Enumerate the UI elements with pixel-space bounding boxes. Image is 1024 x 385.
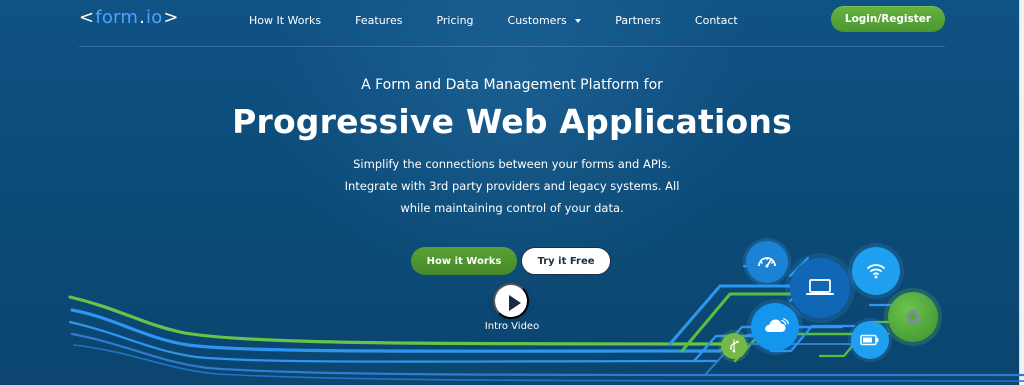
page-container: < form . io > How It Works Features Pric…	[0, 0, 1024, 385]
nav-features[interactable]: Features	[355, 14, 402, 27]
chevron-down-icon	[575, 19, 582, 23]
hero-kicker: A Form and Data Management Platform for	[361, 77, 663, 93]
top-navigation-divider	[79, 46, 945, 47]
laptop-node	[790, 258, 850, 318]
main-navigation: How It Works Features Pricing Customers …	[249, 14, 738, 27]
nav-customers-label: Customers	[507, 14, 567, 27]
nav-partners[interactable]: Partners	[615, 14, 661, 27]
intro-video-label: Intro Video	[484, 321, 540, 332]
formio-logo[interactable]: < form . io >	[79, 7, 179, 28]
browser-scrollbar-gutter	[1019, 0, 1024, 385]
usb-node	[721, 333, 747, 359]
hero-description-line-3: while maintaining control of your data.	[400, 201, 624, 215]
intro-video-play-button[interactable]	[493, 283, 529, 319]
nav-customers[interactable]: Customers	[508, 14, 582, 27]
battery-node	[851, 321, 889, 359]
wifi-icon	[867, 264, 885, 279]
hero-description: Simplify the connections between your fo…	[300, 153, 724, 219]
login-register-button[interactable]: Login/Register	[831, 6, 945, 32]
wifi-node	[852, 247, 900, 295]
hero-description-line-1: Simplify the connections between your fo…	[353, 157, 671, 171]
usb-icon	[729, 339, 739, 353]
hero-description-line-2: Integrate with 3rd party providers and l…	[344, 179, 680, 193]
nav-pricing[interactable]: Pricing	[436, 14, 473, 27]
battery-icon	[860, 334, 879, 346]
nav-how-it-works[interactable]: How It Works	[249, 14, 321, 27]
gear-icon	[905, 309, 921, 325]
speedometer-icon	[758, 257, 776, 268]
logo-form-text: form	[95, 7, 139, 28]
top-navigation-bar: < form . io > How It Works Features Pric…	[79, 0, 945, 46]
hero-cta-group: How it Works Try it Free	[411, 247, 611, 275]
laptop-icon	[806, 279, 834, 295]
settings-node	[888, 292, 938, 342]
play-icon	[509, 295, 521, 311]
logo-dot: .	[139, 7, 145, 28]
speedometer-node	[746, 241, 788, 283]
hero-title: Progressive Web Applications	[232, 102, 792, 141]
logo-io-text: io	[146, 7, 163, 28]
cloud-icon	[765, 318, 789, 332]
how-it-works-button[interactable]: How it Works	[411, 247, 517, 275]
nav-contact[interactable]: Contact	[695, 14, 738, 27]
try-it-free-button[interactable]: Try it Free	[521, 247, 611, 275]
logo-left-bracket: <	[79, 7, 95, 28]
cloud-node	[751, 303, 799, 351]
logo-right-bracket: >	[163, 7, 179, 28]
